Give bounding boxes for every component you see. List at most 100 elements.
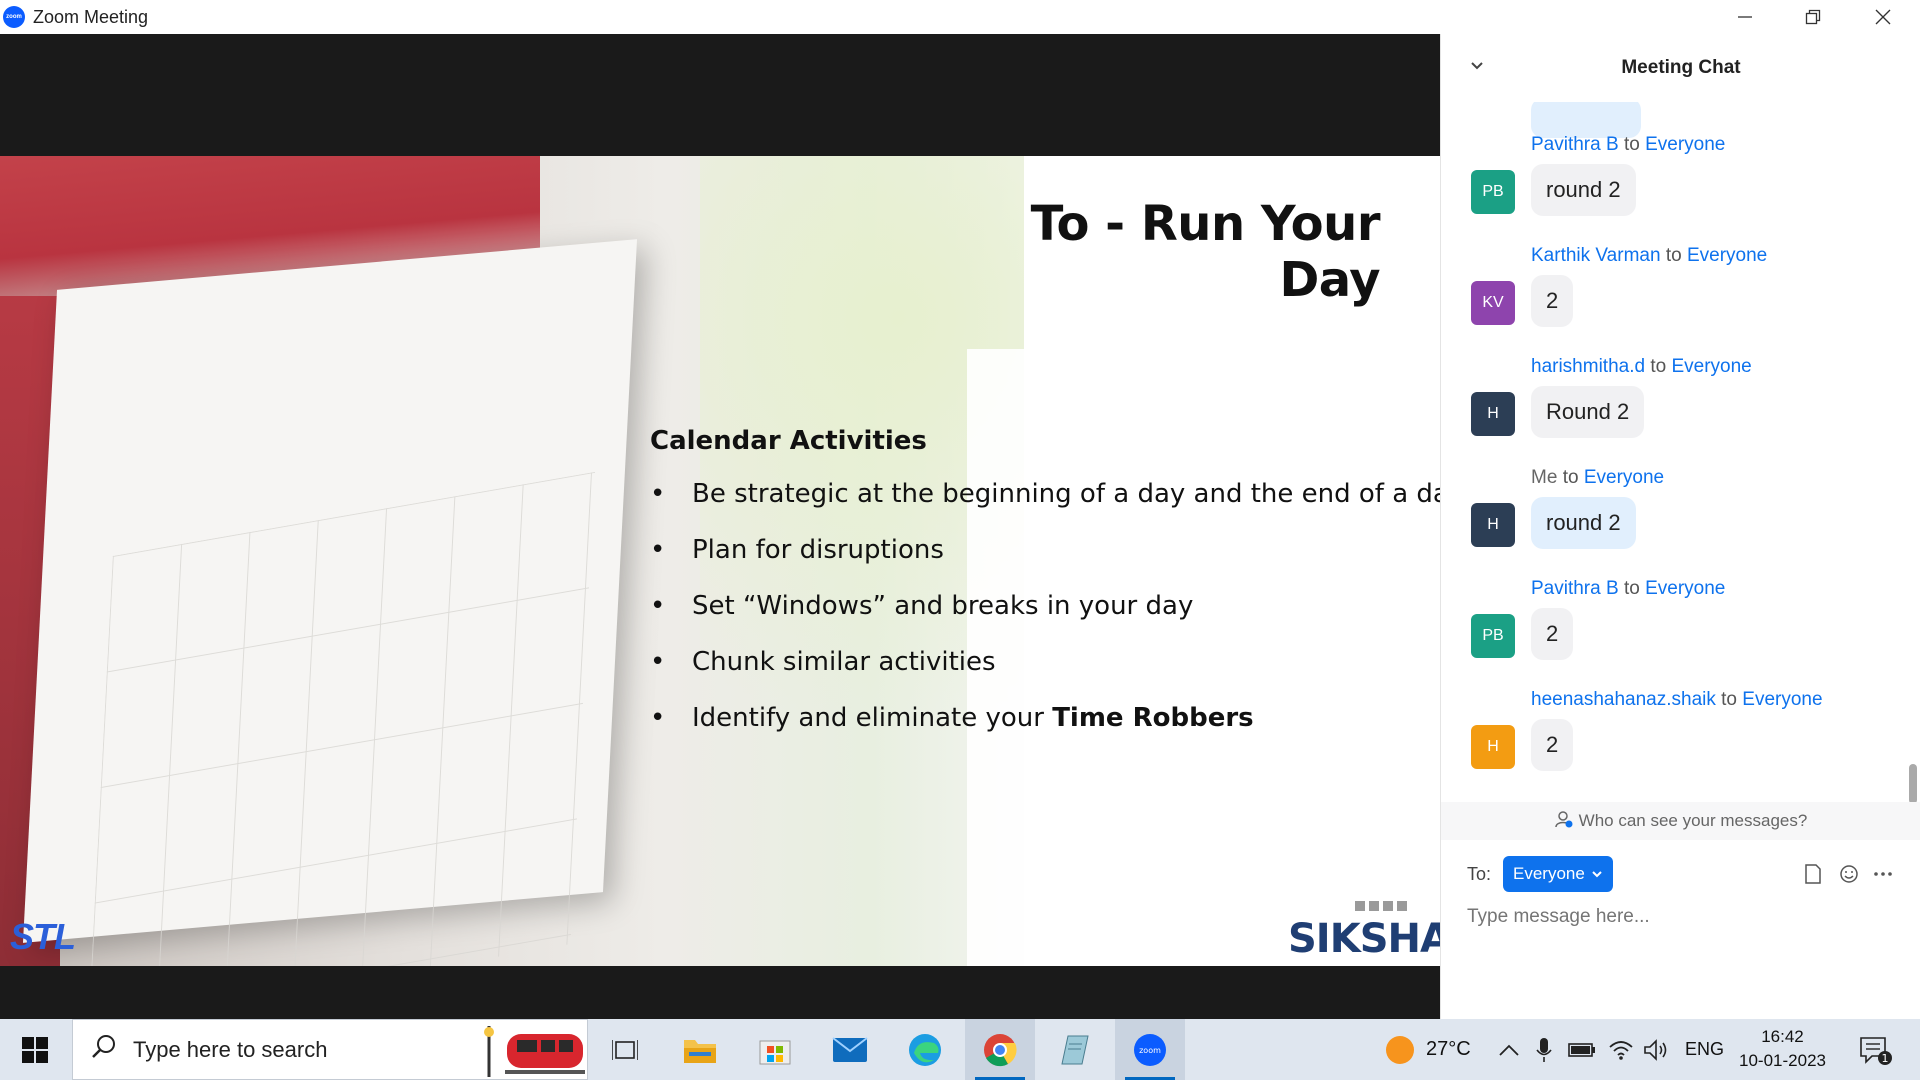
siksha-logo: SIKSHA [1288,916,1440,962]
message-meta: harishmitha.d to Everyone [1531,356,1752,378]
message-bubble[interactable]: round 2 [1531,497,1636,549]
task-view-icon[interactable] [590,1019,660,1080]
message-meta: Pavithra B to Everyone [1531,134,1725,156]
mail-icon[interactable] [815,1019,885,1080]
chat-message[interactable]: H Me to Everyone round 2 [1441,467,1911,577]
edge-browser-icon[interactable] [890,1019,960,1080]
bullet-item: Plan for disruptions [650,535,1440,591]
privacy-text: Who can see your messages? [1578,811,1808,830]
to-label: To: [1467,864,1492,884]
search-placeholder: Type here to search [133,1036,328,1062]
microphone-icon[interactable] [1535,1019,1553,1080]
weather-temperature: 27°C [1426,1038,1471,1060]
message-recipient[interactable]: Everyone [1645,578,1725,599]
notification-center-button[interactable]: 1 [1858,1019,1892,1080]
message-meta: Pavithra B to Everyone [1531,578,1725,600]
stl-logo: STL [10,916,76,957]
message-bubble[interactable]: 2 [1531,275,1574,327]
person-info-icon [1554,810,1573,833]
zoom-app-icon: zoom [3,6,25,28]
message-sender[interactable]: Pavithra B [1531,578,1619,599]
windows-taskbar: Type here to search zoom 27°C ENG 16:42 … [0,1019,1920,1080]
restore-icon [1805,9,1821,25]
svg-text:zoom: zoom [1139,1046,1161,1055]
chat-message[interactable]: PB Pavithra B to Everyone 2 [1441,578,1911,688]
search-highlight-train-icon [477,1022,587,1079]
message-recipient[interactable]: Everyone [1687,245,1767,266]
message-sender[interactable]: heenashahanaz.shaik [1531,689,1716,710]
notepad-icon[interactable] [1040,1019,1110,1080]
clock-date: 10-01-2023 [1739,1051,1826,1070]
message-bubble[interactable]: 2 [1531,608,1574,660]
message-recipient[interactable]: Everyone [1645,134,1725,155]
minimize-button[interactable] [1710,0,1780,34]
avatar: H [1471,725,1515,769]
message-recipient[interactable]: Everyone [1671,356,1751,377]
file-icon[interactable] [1799,860,1827,888]
message-to-word: to [1650,356,1667,377]
taskbar-clock[interactable]: 16:42 10-01-2023 [1720,1025,1845,1073]
message-bubble[interactable]: Round 2 [1531,386,1645,438]
close-button[interactable] [1848,0,1918,34]
message-meta: heenashahanaz.shaik to Everyone [1531,689,1823,711]
file-explorer-icon[interactable] [665,1019,735,1080]
search-icon [91,1033,121,1066]
message-sender[interactable]: Karthik Varman [1531,245,1661,266]
chevron-up-icon [1499,1044,1519,1056]
chevron-down-icon [1592,871,1602,878]
weather-widget[interactable]: 27°C [1384,1019,1471,1080]
minimize-icon [1738,16,1752,18]
message-to-word: to [1721,689,1738,710]
windows-logo-icon [22,1036,48,1063]
more-options-icon[interactable] [1869,860,1897,888]
zoom-taskbar-icon[interactable]: zoom [1115,1019,1185,1080]
wifi-icon[interactable] [1608,1019,1634,1080]
presentation-slide: To - Run Your Day Calendar Activities Be… [0,156,1440,966]
restore-button[interactable] [1778,0,1848,34]
message-sender[interactable]: harishmitha.d [1531,356,1645,377]
message-recipient[interactable]: Everyone [1584,467,1664,488]
start-button[interactable] [0,1019,70,1080]
recipient-selected: Everyone [1513,864,1585,883]
message-to-word: to [1562,467,1579,488]
message-input[interactable] [1467,906,1897,928]
chat-scrollbar[interactable] [1909,114,1917,804]
message-sender[interactable]: Pavithra B [1531,134,1619,155]
chat-title: Meeting Chat [1621,57,1741,78]
volume-icon[interactable] [1643,1019,1669,1080]
chevron-down-icon[interactable] [1469,56,1485,77]
chat-message[interactable]: Hharishmitha.d to Everyone Round 2 [1441,356,1911,466]
bullet-item: Chunk similar activities [650,647,1440,703]
avatar: PB [1471,170,1515,214]
microsoft-store-icon[interactable] [740,1019,810,1080]
taskbar-search-box[interactable]: Type here to search [72,1019,588,1080]
message-bubble[interactable]: round 2 [1531,164,1636,216]
bullet-item: Be strategic at the beginning of a day a… [650,479,1440,535]
bullet-item: Identify and eliminate your Time Robbers [650,703,1440,759]
message-recipient[interactable]: Everyone [1742,689,1822,710]
message-to-word: to [1623,134,1640,155]
message-sender: Me [1531,467,1558,488]
bullet-list: Be strategic at the beginning of a day a… [650,479,1440,759]
message-privacy-link[interactable]: Who can see your messages? [1441,802,1920,840]
show-hidden-icons-button[interactable] [1498,1019,1520,1080]
battery-icon[interactable] [1568,1019,1596,1080]
chrome-browser-icon[interactable] [965,1019,1035,1080]
partial-message-bubble [1531,102,1641,138]
recipient-dropdown[interactable]: Everyone [1503,856,1613,892]
emoji-icon[interactable] [1835,860,1863,888]
chat-message-list[interactable]: PB Pavithra B to Everyone round 2 KV Karthik… [1441,102,1911,802]
message-bubble[interactable]: 2 [1531,719,1574,771]
message-to-word: to [1665,245,1682,266]
scrollbar-thumb[interactable] [1909,764,1917,804]
section-title: Calendar Activities [650,426,927,456]
desk-calendar-image [22,239,638,966]
language-indicator[interactable]: ENG [1685,1019,1724,1080]
window-title: Zoom Meeting [33,6,149,27]
message-meta: Karthik Varman to Everyone [1531,245,1767,267]
chat-message[interactable]: KV Karthik Varman to Everyone 2 [1441,245,1911,355]
chat-message[interactable]: Hheenashahanaz.shaik to Everyone 2 [1441,689,1911,799]
message-to-word: to [1623,578,1640,599]
title-bar: zoom Zoom Meeting [0,0,1920,34]
chat-message[interactable]: PB Pavithra B to Everyone round 2 [1441,134,1911,244]
